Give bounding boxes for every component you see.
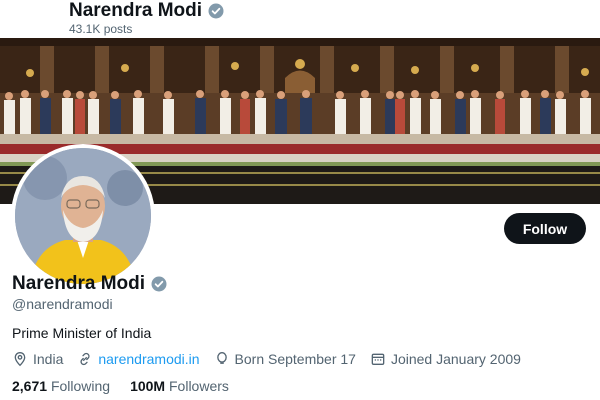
follow-button[interactable]: Follow [504, 213, 586, 244]
following-label: Following [50, 378, 111, 394]
link-icon [77, 351, 93, 367]
followers-count: 100M [130, 378, 166, 394]
header-name-row: Narendra Modi [69, 1, 225, 21]
verified-badge-icon [207, 2, 225, 20]
profile-header-bar: Narendra Modi 43.1K posts [0, 0, 600, 38]
header-posts-count: 43.1K posts [69, 22, 133, 36]
following-link[interactable]: 2,671 Following [12, 378, 110, 394]
joined-text: Joined January 2009 [390, 351, 521, 367]
profile-name-row: Narendra Modi [12, 273, 168, 295]
website-link[interactable]: narendramodi.in [98, 351, 199, 367]
verified-badge-icon[interactable] [150, 275, 168, 293]
website-item: narendramodi.in [77, 351, 200, 367]
profile-meta-row: India narendramodi.in Born September 17 … [12, 351, 521, 367]
joined-item: Joined January 2009 [370, 351, 521, 367]
header-name: Narendra Modi [69, 0, 203, 21]
location-pin-icon [12, 351, 28, 367]
profile-avatar[interactable] [11, 144, 155, 288]
profile-bio: Prime Minister of India [12, 325, 152, 341]
followers-label: Followers [169, 378, 229, 394]
profile-name: Narendra Modi [12, 273, 146, 294]
calendar-icon [370, 351, 386, 367]
followers-link[interactable]: 100M Followers [130, 378, 229, 394]
location-text: India [33, 351, 64, 367]
profile-stats-row: 2,671 Following 100M Followers [12, 378, 229, 394]
profile-handle: @narendramodi [12, 296, 113, 312]
balloon-icon [214, 351, 230, 367]
birthday-item: Born September 17 [214, 351, 356, 367]
avatar-photo [15, 148, 151, 284]
location-item: India [12, 351, 63, 367]
following-count: 2,671 [12, 378, 48, 394]
birthday-text: Born September 17 [234, 351, 356, 367]
